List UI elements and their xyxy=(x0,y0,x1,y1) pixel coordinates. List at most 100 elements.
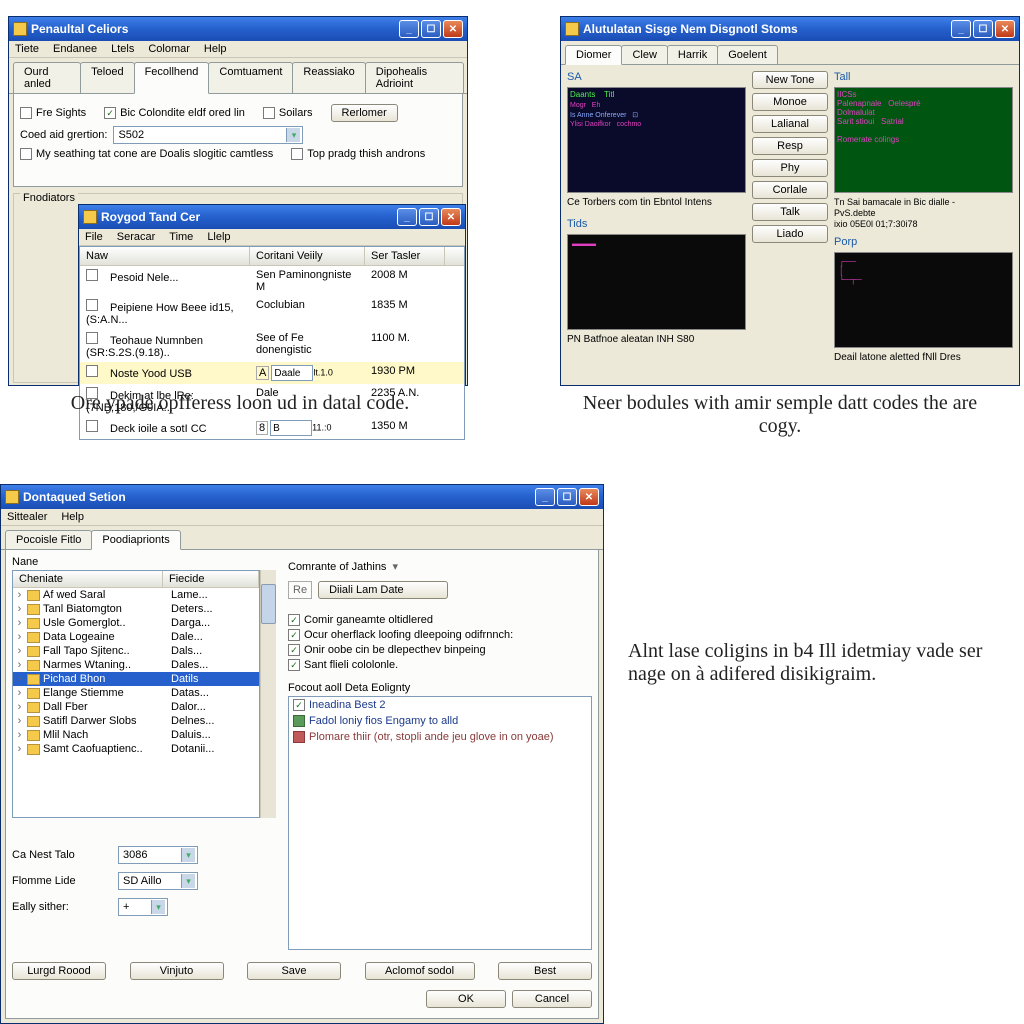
menu-item[interactable]: Tiete xyxy=(15,43,39,55)
chk-sant[interactable]: ✓Sant flieli cololonle. xyxy=(288,659,592,671)
tab-dipohealis[interactable]: Dipohealis Adrioint xyxy=(365,62,464,93)
combo-eally[interactable]: + xyxy=(118,898,168,916)
chk-ocur[interactable]: ✓Ocur oherflack loofing dleepoing odifrn… xyxy=(288,629,592,641)
tab-poodiaprionts[interactable]: Poodiaprionts xyxy=(91,530,180,550)
menu-item[interactable]: Sittealer xyxy=(7,511,47,523)
maximize-button[interactable]: ☐ xyxy=(419,208,439,226)
btn-talk[interactable]: Talk xyxy=(752,203,828,221)
list-item[interactable]: ›Data LogeaineDale... xyxy=(13,630,259,644)
btn-best[interactable]: Best xyxy=(498,962,592,980)
checkbox-my[interactable]: My seathing tat cone are Doalis slogitic… xyxy=(20,148,273,160)
menu-item[interactable]: Colomar xyxy=(148,43,190,55)
list-item[interactable]: ›Narmes Wtaning..Dales... xyxy=(13,658,259,672)
list-item[interactable]: ›Dall FberDalor... xyxy=(13,700,259,714)
titlebar-1b[interactable]: Roygod Tand Cer _ ☐ ✕ xyxy=(79,205,465,229)
btn-lalianal[interactable]: Lalianal xyxy=(752,115,828,133)
tab-clew[interactable]: Clew xyxy=(621,45,667,64)
menu-item[interactable]: Help xyxy=(204,43,227,55)
combo-coed[interactable]: S502 xyxy=(113,126,303,144)
combo-canest[interactable]: 3086 xyxy=(118,846,198,864)
menu-item[interactable]: Ltels xyxy=(111,43,134,55)
table-row[interactable]: Pesoid Nele...Sen Paminongniste M2008 M xyxy=(80,266,464,296)
col-fiecide[interactable]: Fiecide xyxy=(163,571,259,587)
btn-monoe[interactable]: Monoe xyxy=(752,93,828,111)
col-naw[interactable]: Naw xyxy=(80,247,250,265)
list-item[interactable]: ›Af wed SaralLame... xyxy=(13,588,259,602)
tab-ourd[interactable]: Ourd anled xyxy=(13,62,81,93)
checkbox-fre[interactable]: Fre Sights xyxy=(20,107,86,119)
btn-newtone[interactable]: New Tone xyxy=(752,71,828,89)
thumbnail-4[interactable]: ┌──│└─┬─ xyxy=(834,252,1013,348)
minimize-button[interactable]: _ xyxy=(397,208,417,226)
btn-cancel[interactable]: Cancel xyxy=(512,990,592,1008)
list-item[interactable]: ›Mlil NachDaluis... xyxy=(13,728,259,742)
maximize-button[interactable]: ☐ xyxy=(557,488,577,506)
chevron-down-icon[interactable]: ▾ xyxy=(392,560,398,573)
close-button[interactable]: ✕ xyxy=(579,488,599,506)
btn-lurgd[interactable]: Lurgd Roood xyxy=(12,962,106,980)
menu-item[interactable]: Help xyxy=(61,511,84,523)
menu-item[interactable]: Llelp xyxy=(207,231,230,243)
tab-goelent[interactable]: Goelent xyxy=(717,45,778,64)
btn-corlale[interactable]: Corlale xyxy=(752,181,828,199)
checkbox-bic[interactable]: ✓Bic Colondite eldf ored lin xyxy=(104,107,245,119)
maximize-button[interactable]: ☐ xyxy=(421,20,441,38)
minimize-button[interactable]: _ xyxy=(951,20,971,38)
menu-item[interactable]: Seracar xyxy=(117,231,156,243)
tab-fecollhend[interactable]: Fecollhend xyxy=(134,62,210,94)
list-item[interactable]: ›Satifl Darwer SlobsDelnes... xyxy=(13,714,259,728)
maximize-button[interactable]: ☐ xyxy=(973,20,993,38)
btn-save[interactable]: Save xyxy=(247,962,341,980)
list-item[interactable]: ›Tanl BiatomgtonDeters... xyxy=(13,602,259,616)
menu-item[interactable]: Time xyxy=(169,231,193,243)
col-veiily[interactable]: Coritani Veiily xyxy=(250,247,365,265)
chk-comir[interactable]: ✓Comir ganeamte oltidlered xyxy=(288,614,592,626)
scrollbar[interactable] xyxy=(260,570,276,818)
tab-teloed[interactable]: Teloed xyxy=(80,62,134,93)
close-button[interactable]: ✕ xyxy=(441,208,461,226)
thumbnail-3[interactable]: ▬▬▬ xyxy=(567,234,746,330)
list-item[interactable]: ›Usle Gomerglot..Darga... xyxy=(13,616,259,630)
table-row[interactable]: Noste Yood USBAlt.1.01930 PM xyxy=(80,362,464,384)
btn-aclomof[interactable]: Aclomof sodol xyxy=(365,962,475,980)
btn-resp[interactable]: Resp xyxy=(752,137,828,155)
btn-phy[interactable]: Phy xyxy=(752,159,828,177)
checkbox-top[interactable]: Top pradg thish androns xyxy=(291,148,425,160)
titlebar-2[interactable]: Alutulatan Sisge Nem Disgnotl Stoms _ ☐ … xyxy=(561,17,1019,41)
thumbnail-2[interactable]: IICSsPalenapnale OelespréDolmalulatSarit… xyxy=(834,87,1013,193)
table-row[interactable]: Peipiene How Beee id15, (S:A.N...Coclubi… xyxy=(80,296,464,329)
btn-vinjuto[interactable]: Vinjuto xyxy=(130,962,224,980)
list-item[interactable]: ›Pichad BhonDatils xyxy=(13,672,259,686)
thumbnail-1[interactable]: Daants Titl Mogr Eh Is Anne Onferever ⊡ … xyxy=(567,87,746,193)
close-button[interactable]: ✕ xyxy=(995,20,1015,38)
menu-item[interactable]: File xyxy=(85,231,103,243)
tab-harrik[interactable]: Harrik xyxy=(667,45,718,64)
table-row[interactable]: Teohaue Numnben (SR:S.2S.(9.18)..See of … xyxy=(80,329,464,362)
minimize-button[interactable]: _ xyxy=(535,488,555,506)
btn-diiali[interactable]: Diiali Lam Date xyxy=(318,581,448,599)
close-button[interactable]: ✕ xyxy=(443,20,463,38)
tab-reassiako[interactable]: Reassiako xyxy=(292,62,365,93)
rerlomer-button[interactable]: Rerlomer xyxy=(331,104,398,122)
checkbox-soilars[interactable]: Soilars xyxy=(263,107,313,119)
link-plomare[interactable]: Plomare thiir (otr, stopli ande jeu glov… xyxy=(289,729,591,745)
list-item[interactable]: ›Samt Caofuaptienc..Dotanii... xyxy=(13,742,259,756)
chk-onir[interactable]: ✓Onir oobe cin be dlepecthev binpeing xyxy=(288,644,592,656)
menu-item[interactable]: Endanee xyxy=(53,43,97,55)
btn-ok[interactable]: OK xyxy=(426,990,506,1008)
link-ineadina[interactable]: ✓Ineadina Best 2 xyxy=(289,697,591,713)
tab-comtuament[interactable]: Comtuament xyxy=(208,62,293,93)
titlebar-1[interactable]: Penaultal Celiors _ ☐ ✕ xyxy=(9,17,467,41)
table-row[interactable]: Deck ioile a sotI CC811.:01350 M xyxy=(80,417,464,439)
btn-liado[interactable]: Liado xyxy=(752,225,828,243)
col-cheniate[interactable]: Cheniate xyxy=(13,571,163,587)
combo-flomme[interactable]: SD Aillo xyxy=(118,872,198,890)
tab-pocoisle[interactable]: Pocoisle Fitlo xyxy=(5,530,92,549)
minimize-button[interactable]: _ xyxy=(399,20,419,38)
tree-view[interactable]: Cheniate Fiecide ›Af wed SaralLame...›Ta… xyxy=(12,570,260,818)
list-item[interactable]: ›Elange StiemmeDatas... xyxy=(13,686,259,700)
col-tasler[interactable]: Ser Tasler xyxy=(365,247,445,265)
list-item[interactable]: ›Fall Tapo Sjitenc..Dals... xyxy=(13,644,259,658)
tab-diomer[interactable]: Diomer xyxy=(565,45,622,65)
link-fadol[interactable]: Fadol loniy fios Engamy to alld xyxy=(289,713,591,729)
